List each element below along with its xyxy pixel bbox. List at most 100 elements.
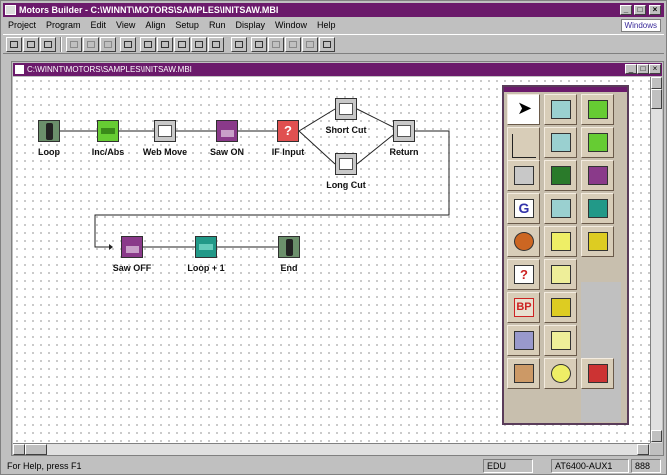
menu-view[interactable]: View bbox=[111, 18, 140, 33]
node-long-cut[interactable] bbox=[335, 153, 357, 175]
horizontal-scrollbar[interactable] bbox=[13, 443, 650, 455]
scroll-down-icon[interactable] bbox=[651, 430, 662, 442]
tool-pumpkin[interactable] bbox=[507, 226, 540, 257]
scroll-left-icon[interactable] bbox=[13, 444, 25, 455]
scroll-right-icon[interactable] bbox=[637, 444, 649, 455]
refresh-icon[interactable] bbox=[319, 37, 335, 52]
print-icon[interactable] bbox=[120, 37, 136, 52]
run-icon[interactable] bbox=[251, 37, 267, 52]
copy-icon[interactable] bbox=[83, 37, 99, 52]
tool-lamp[interactable] bbox=[544, 325, 577, 356]
tool-variable[interactable] bbox=[581, 193, 614, 224]
tool-output[interactable] bbox=[581, 160, 614, 191]
tool-bulldozer[interactable] bbox=[581, 226, 614, 257]
save-file-icon[interactable] bbox=[40, 37, 56, 52]
tool-motion-4[interactable] bbox=[544, 193, 577, 224]
paste-icon[interactable] bbox=[100, 37, 116, 52]
menu-edit[interactable]: Edit bbox=[86, 18, 112, 33]
motion-icon bbox=[551, 100, 571, 119]
step-icon[interactable] bbox=[268, 37, 284, 52]
close-icon[interactable]: × bbox=[649, 5, 661, 15]
variable-icon bbox=[199, 244, 213, 250]
motion-icon bbox=[514, 166, 534, 185]
doc-minimize-icon[interactable]: _ bbox=[625, 64, 637, 74]
new-file-icon[interactable] bbox=[6, 37, 22, 52]
doc-close-icon[interactable]: × bbox=[649, 64, 661, 74]
align-left-icon[interactable] bbox=[140, 37, 156, 52]
menu-program[interactable]: Program bbox=[41, 18, 86, 33]
tool-motion-1[interactable] bbox=[544, 94, 577, 125]
palette-titlebar[interactable] bbox=[504, 87, 627, 92]
tool-radiation[interactable] bbox=[544, 358, 577, 389]
tool-home[interactable] bbox=[581, 127, 614, 158]
tool-road[interactable] bbox=[544, 160, 577, 191]
tool-motion-3[interactable] bbox=[507, 160, 540, 191]
help-badge[interactable]: Windows bbox=[620, 19, 661, 32]
open-file-icon[interactable] bbox=[23, 37, 39, 52]
page-icon bbox=[551, 298, 571, 317]
pointer-tool[interactable]: ➤ bbox=[507, 94, 540, 125]
scroll-up-icon[interactable] bbox=[651, 77, 662, 89]
traffic-light-icon bbox=[46, 123, 53, 140]
tool-stop[interactable] bbox=[581, 358, 614, 389]
node-short-cut[interactable] bbox=[335, 98, 357, 120]
arrow-icon: ➤ bbox=[517, 98, 533, 118]
scroll-thumb[interactable] bbox=[651, 89, 662, 109]
document-icon[interactable] bbox=[15, 65, 24, 74]
tool-light[interactable] bbox=[544, 226, 577, 257]
menu-window[interactable]: Window bbox=[270, 18, 312, 33]
document-titlebar[interactable]: C:\WINNT\MOTORS\SAMPLES\INITSAW.MBI _ □ … bbox=[13, 63, 662, 76]
tool-wait[interactable] bbox=[507, 325, 540, 356]
align-bottom-icon[interactable] bbox=[208, 37, 224, 52]
compile-icon[interactable] bbox=[231, 37, 247, 52]
menu-bar: Project Program Edit View Align Setup Run Displ… bbox=[3, 18, 664, 33]
node-web-move[interactable] bbox=[154, 120, 176, 142]
wait-icon bbox=[514, 331, 534, 350]
doc-maximize-icon[interactable]: □ bbox=[637, 64, 649, 74]
tool-page[interactable] bbox=[544, 292, 577, 323]
scroll-thumb-horizontal[interactable] bbox=[25, 444, 47, 455]
tool-error[interactable] bbox=[507, 358, 540, 389]
align-right-icon[interactable] bbox=[174, 37, 190, 52]
align-top-icon[interactable] bbox=[191, 37, 207, 52]
connector-icon bbox=[512, 134, 536, 158]
node-loop-plus-one[interactable] bbox=[195, 236, 217, 258]
tool-goto[interactable]: G bbox=[507, 193, 540, 224]
node-inc-abs[interactable] bbox=[97, 120, 119, 142]
menu-setup[interactable]: Setup bbox=[170, 18, 204, 33]
vertical-scrollbar[interactable] bbox=[650, 77, 662, 443]
node-saw-on[interactable] bbox=[216, 120, 238, 142]
node-return[interactable] bbox=[393, 120, 415, 142]
tool-bp[interactable]: BP bbox=[507, 292, 540, 323]
set-icon bbox=[588, 100, 608, 119]
stop-run-icon[interactable] bbox=[302, 37, 318, 52]
status-bar: For Help, press F1 EDU AT6400-AUX1 888 bbox=[3, 458, 664, 474]
tool-person[interactable] bbox=[544, 259, 577, 290]
light-icon bbox=[551, 232, 571, 251]
node-end[interactable] bbox=[278, 236, 300, 258]
tool-if[interactable]: ? bbox=[507, 259, 540, 290]
node-saw-off[interactable] bbox=[121, 236, 143, 258]
node-if-input[interactable]: ? bbox=[277, 120, 299, 142]
node-label-short-cut: Short Cut bbox=[325, 125, 367, 135]
tool-set[interactable] bbox=[581, 94, 614, 125]
minimize-icon[interactable]: _ bbox=[620, 5, 632, 15]
menu-display[interactable]: Display bbox=[230, 18, 270, 33]
maximize-icon[interactable]: □ bbox=[634, 5, 646, 15]
menu-run[interactable]: Run bbox=[204, 18, 231, 33]
menu-help[interactable]: Help bbox=[312, 18, 341, 33]
app-icon[interactable] bbox=[5, 5, 16, 15]
tool-motion-2[interactable] bbox=[544, 127, 577, 158]
output-icon bbox=[588, 166, 608, 185]
pause-icon[interactable] bbox=[285, 37, 301, 52]
node-loop[interactable] bbox=[38, 120, 60, 142]
menu-project[interactable]: Project bbox=[3, 18, 41, 33]
question-icon: ? bbox=[514, 265, 534, 284]
cut-icon[interactable] bbox=[66, 37, 82, 52]
menu-align[interactable]: Align bbox=[140, 18, 170, 33]
status-num: 888 bbox=[631, 459, 661, 473]
align-center-icon[interactable] bbox=[157, 37, 173, 52]
program-canvas[interactable]: Loop Inc/Abs Web Move Saw ON ? IF Input … bbox=[13, 77, 650, 443]
document-window: C:\WINNT\MOTORS\SAMPLES\INITSAW.MBI _ □ … bbox=[11, 61, 664, 456]
app-titlebar[interactable]: Motors Builder - C:\WINNT\MOTORS\SAMPLES… bbox=[3, 3, 664, 17]
